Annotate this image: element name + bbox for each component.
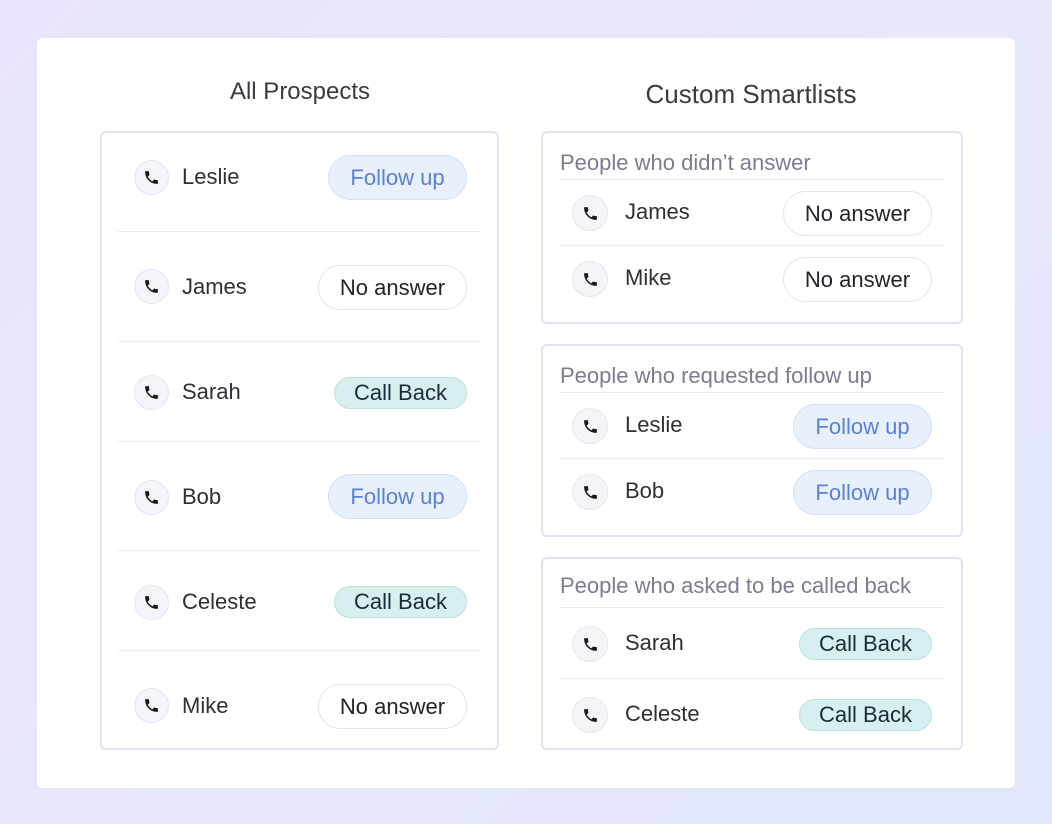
smartlist-row[interactable]: Leslie Follow up: [559, 392, 945, 458]
prospect-row[interactable]: Sarah Call Back: [118, 341, 481, 441]
prospect-row[interactable]: Leslie Follow up: [118, 133, 481, 231]
prospect-name: Sarah: [625, 630, 684, 655]
status-badge[interactable]: Follow up: [793, 404, 932, 449]
status-badge[interactable]: No answer: [783, 191, 932, 236]
phone-icon[interactable]: [134, 585, 169, 620]
status-badge[interactable]: No answer: [318, 265, 467, 310]
phone-icon[interactable]: [134, 160, 169, 195]
phone-icon[interactable]: [572, 408, 608, 444]
status-badge[interactable]: Call Back: [799, 699, 932, 731]
all-prospects-panel: Leslie Follow up James No answer Sarah C…: [100, 131, 499, 750]
phone-icon[interactable]: [134, 688, 169, 723]
smartlist-row[interactable]: Bob Follow up: [559, 458, 945, 524]
prospect-row[interactable]: Celeste Call Back: [118, 550, 481, 650]
custom-smartlists-heading: Custom Smartlists: [645, 79, 857, 109]
phone-icon[interactable]: [572, 195, 608, 231]
smartlist-row[interactable]: Mike No answer: [559, 245, 945, 311]
prospect-row[interactable]: Mike No answer: [118, 650, 481, 748]
prospect-name: Sarah: [182, 379, 241, 404]
prospect-name: Celeste: [625, 701, 700, 726]
smartlist-row[interactable]: Sarah Call Back: [559, 607, 945, 678]
prospect-name: James: [625, 199, 690, 224]
status-badge[interactable]: Follow up: [328, 155, 467, 200]
smartlist-requested-follow-up: People who requested follow up Leslie Fo…: [541, 344, 963, 537]
main-card: All Prospects Custom Smartlists Leslie F…: [37, 38, 1015, 788]
status-badge[interactable]: Call Back: [799, 628, 932, 660]
smartlist-title: People who requested follow up: [560, 363, 872, 388]
smartlist-row[interactable]: James No answer: [559, 179, 945, 245]
status-badge[interactable]: No answer: [783, 257, 932, 302]
phone-icon[interactable]: [572, 474, 608, 510]
status-badge[interactable]: Follow up: [793, 470, 932, 515]
prospect-name: Celeste: [182, 589, 257, 614]
status-badge[interactable]: Follow up: [328, 474, 467, 519]
phone-icon[interactable]: [134, 375, 169, 410]
prospect-row[interactable]: Bob Follow up: [118, 441, 481, 550]
all-prospects-heading: All Prospects: [229, 78, 371, 105]
smartlist-called-back: People who asked to be called back Sarah…: [541, 557, 963, 750]
phone-icon[interactable]: [572, 261, 608, 297]
prospect-row[interactable]: James No answer: [118, 231, 481, 341]
phone-icon[interactable]: [134, 480, 169, 515]
smartlist-row[interactable]: Celeste Call Back: [559, 678, 945, 748]
status-badge[interactable]: No answer: [318, 684, 467, 729]
phone-icon[interactable]: [134, 269, 169, 304]
prospect-name: Leslie: [625, 412, 683, 437]
prospect-name: Bob: [625, 478, 665, 503]
smartlist-title: People who asked to be called back: [560, 573, 912, 598]
phone-icon[interactable]: [572, 697, 608, 733]
status-badge[interactable]: Call Back: [334, 377, 467, 409]
prospect-name: Bob: [182, 484, 222, 509]
prospect-name: Mike: [625, 265, 672, 290]
status-badge[interactable]: Call Back: [334, 586, 467, 618]
phone-icon[interactable]: [572, 626, 608, 662]
prospect-name: Mike: [182, 693, 229, 718]
prospect-name: Leslie: [182, 164, 240, 189]
prospect-name: James: [182, 274, 247, 299]
smartlist-didnt-answer: People who didn’t answer James No answer…: [541, 131, 963, 324]
smartlist-title: People who didn’t answer: [560, 150, 811, 175]
